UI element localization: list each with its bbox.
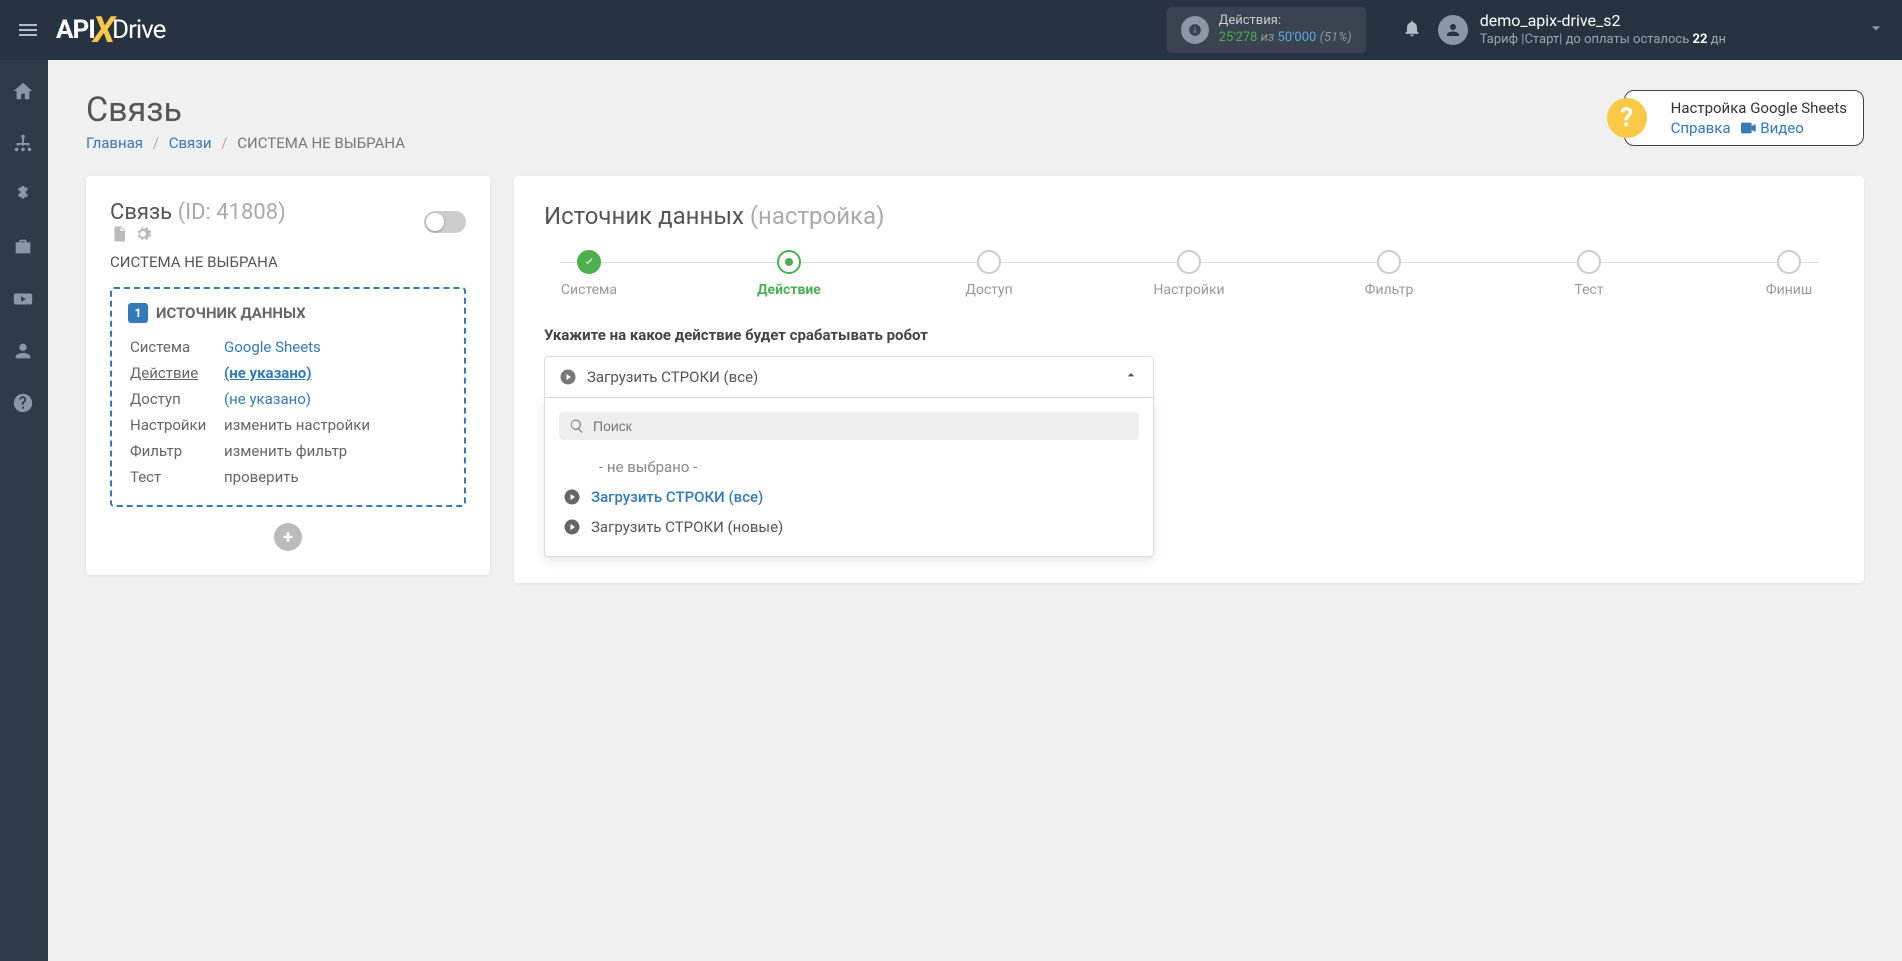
play-circle-icon xyxy=(563,518,581,536)
dropdown-option-new[interactable]: Загрузить СТРОКИ (новые) xyxy=(559,512,1139,542)
dropdown-option-none[interactable]: - не выбрано - xyxy=(559,452,1139,482)
user-menu[interactable]: demo_apix-drive_s2 Тариф |Старт| до опла… xyxy=(1438,11,1726,49)
page-title: Связь xyxy=(86,90,405,130)
user-tariff: Тариф |Старт| до оплаты осталось 22 дн xyxy=(1480,32,1726,49)
source-box: 1 ИСТОЧНИК ДАННЫХ Система Google Sheets … xyxy=(110,287,466,507)
play-circle-icon xyxy=(559,368,577,386)
step-filter[interactable]: Фильтр xyxy=(1344,250,1434,298)
actions-counter[interactable]: Действия: 25'278 из 50'000 (51%) xyxy=(1167,7,1366,53)
document-icon[interactable] xyxy=(110,225,128,243)
step-settings[interactable]: Настройки xyxy=(1144,250,1234,298)
connection-subtitle: СИСТЕМА НЕ ВЫБРАНА xyxy=(110,253,466,271)
gear-icon[interactable] xyxy=(134,225,152,243)
user-avatar-icon xyxy=(1438,15,1468,45)
source-title: ИСТОЧНИК ДАННЫХ xyxy=(156,304,306,322)
connection-toggle[interactable] xyxy=(424,211,466,233)
actions-sep: из xyxy=(1261,30,1275,45)
instruction-text: Укажите на какое действие будет срабатыв… xyxy=(544,326,1834,344)
help-question-icon: ? xyxy=(1607,98,1647,138)
help-link[interactable]: Справка xyxy=(1671,119,1731,137)
info-icon xyxy=(1181,16,1209,44)
row-system-value[interactable]: Google Sheets xyxy=(224,338,321,356)
connection-title: Связь (ID: 41808) xyxy=(110,200,286,243)
dropdown-search[interactable] xyxy=(559,412,1139,440)
sidebar-nav xyxy=(0,60,48,961)
help-title: Настройка Google Sheets xyxy=(1671,99,1847,117)
dropdown-search-input[interactable] xyxy=(593,418,1129,434)
row-test-value[interactable]: проверить xyxy=(224,465,446,489)
dropdown-body: - не выбрано - Загрузить СТРОКИ (все) За… xyxy=(544,398,1154,557)
profile-icon[interactable] xyxy=(12,340,36,364)
breadcrumb-home[interactable]: Главная xyxy=(86,134,143,152)
step-test[interactable]: Тест xyxy=(1544,250,1634,298)
home-icon[interactable] xyxy=(12,80,36,104)
user-name: demo_apix-drive_s2 xyxy=(1480,11,1726,32)
row-settings-label: Настройки xyxy=(130,413,222,437)
row-action-label: Действие xyxy=(130,361,222,385)
row-access-label: Доступ xyxy=(130,387,222,411)
source-config-panel: Источник данных (настройка) Система Дейс… xyxy=(514,176,1864,583)
breadcrumb-links[interactable]: Связи xyxy=(169,134,212,152)
briefcase-icon[interactable] xyxy=(12,236,36,260)
chevron-up-icon xyxy=(1123,367,1139,387)
source-number: 1 xyxy=(128,303,148,323)
help-box: ? Настройка Google Sheets Справка Видео xyxy=(1624,90,1864,146)
notifications-button[interactable] xyxy=(1402,18,1422,42)
step-system[interactable]: Система xyxy=(544,250,634,298)
breadcrumb-current: СИСТЕМА НЕ ВЫБРАНА xyxy=(237,134,405,152)
wizard-steps: Система Действие Доступ Настройки xyxy=(544,250,1834,298)
connection-panel: Связь (ID: 41808) СИСТЕМА НЕ ВЫБРАНА 1 И… xyxy=(86,176,490,575)
add-button[interactable]: + xyxy=(274,523,302,551)
help-video-link[interactable]: Видео xyxy=(1741,119,1804,137)
play-circle-icon xyxy=(563,488,581,506)
row-access-value[interactable]: (не указано) xyxy=(224,390,311,408)
video-icon[interactable] xyxy=(12,288,36,312)
dropdown-header[interactable]: Загрузить СТРОКИ (все) xyxy=(544,356,1154,398)
step-action[interactable]: Действие xyxy=(744,250,834,298)
help-icon[interactable] xyxy=(12,392,36,416)
actions-used: 25'278 xyxy=(1219,30,1258,45)
row-settings-value[interactable]: изменить настройки xyxy=(224,413,446,437)
actions-label: Действия: xyxy=(1219,13,1352,30)
logo[interactable]: APIXDrive xyxy=(56,9,165,51)
search-icon xyxy=(569,418,585,434)
row-system-label: Система xyxy=(130,335,222,359)
row-filter-value[interactable]: изменить фильтр xyxy=(224,439,446,463)
panel-title: Источник данных (настройка) xyxy=(544,202,1834,230)
dropdown-option-all[interactable]: Загрузить СТРОКИ (все) xyxy=(559,482,1139,512)
row-filter-label: Фильтр xyxy=(130,439,222,463)
breadcrumb: Главная / Связи / СИСТЕМА НЕ ВЫБРАНА xyxy=(86,134,405,152)
row-action-value[interactable]: (не указано) xyxy=(224,364,312,382)
step-finish[interactable]: Финиш xyxy=(1744,250,1834,298)
row-test-label: Тест xyxy=(130,465,222,489)
top-header: APIXDrive Действия: 25'278 из 50'000 (51… xyxy=(0,0,1902,60)
actions-pct: (51%) xyxy=(1320,30,1352,45)
connections-icon[interactable] xyxy=(12,132,36,156)
billing-icon[interactable] xyxy=(12,184,36,208)
action-dropdown: Загрузить СТРОКИ (все) - не выбрано - xyxy=(544,356,1154,557)
actions-total: 50'000 xyxy=(1278,30,1317,45)
dropdown-selected: Загрузить СТРОКИ (все) xyxy=(587,368,758,386)
menu-button[interactable] xyxy=(16,18,40,42)
user-menu-chevron-icon[interactable] xyxy=(1866,18,1886,42)
step-access[interactable]: Доступ xyxy=(944,250,1034,298)
